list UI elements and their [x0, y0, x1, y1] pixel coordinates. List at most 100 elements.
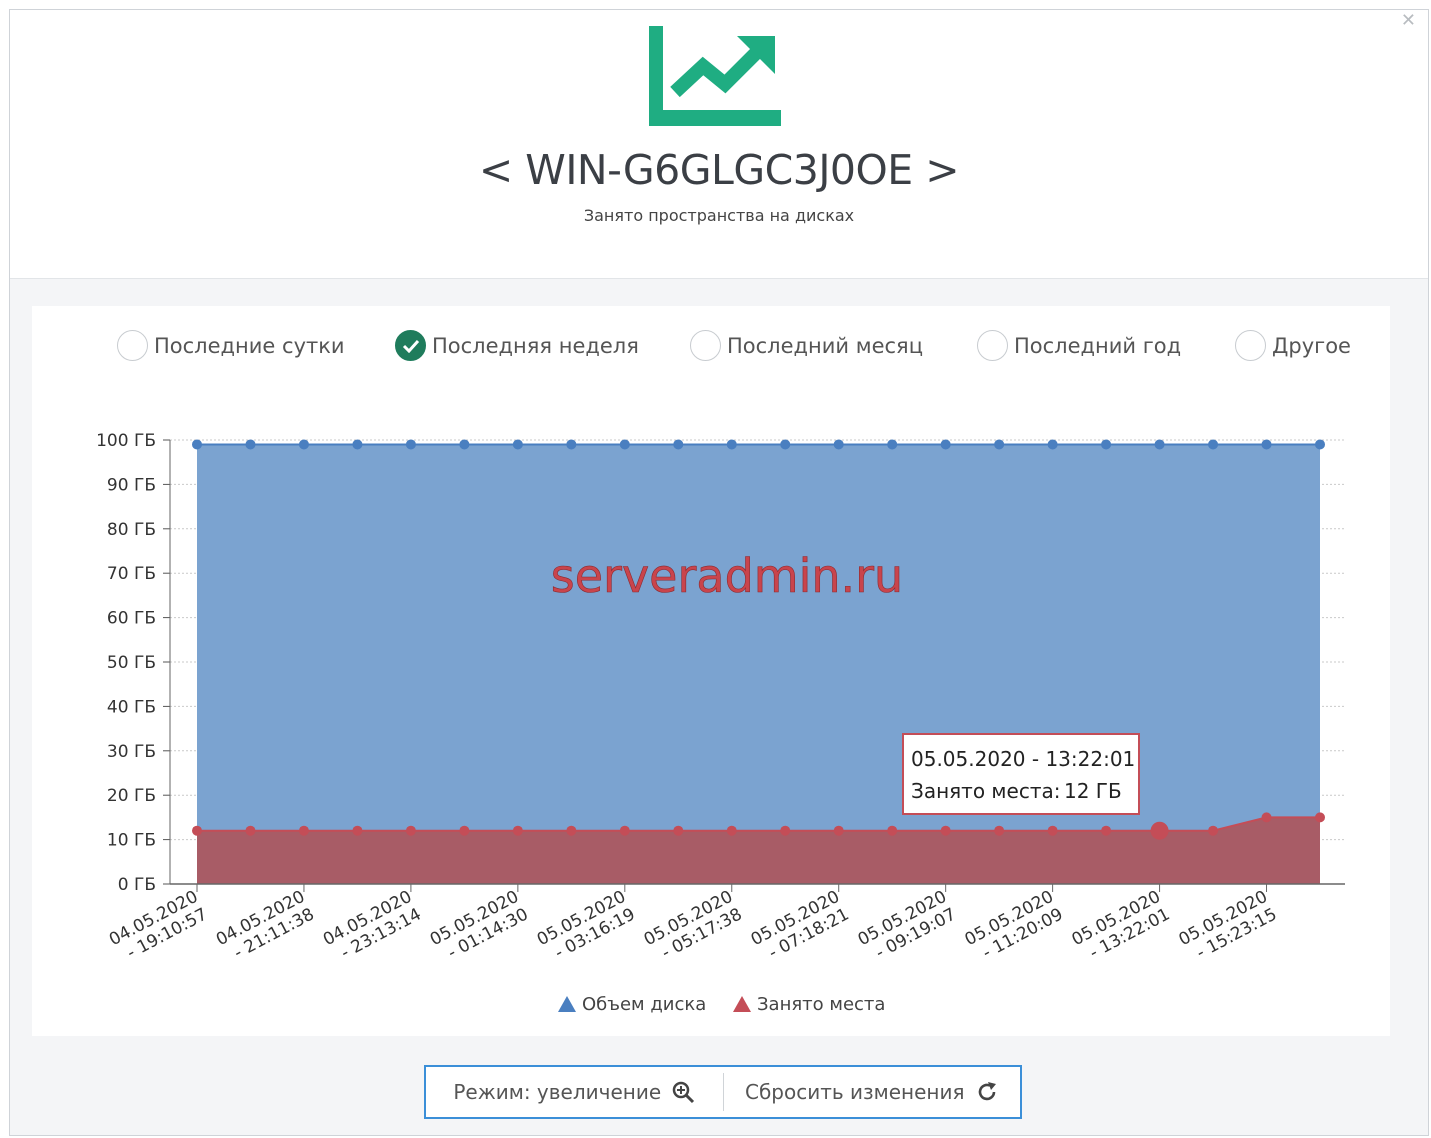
data-point[interactable] — [245, 825, 256, 836]
range-option-week[interactable]: Последняя неделя — [395, 330, 639, 361]
x-tick-label: 04.05.2020- 21:11:38 — [213, 887, 318, 964]
data-point[interactable] — [1315, 439, 1325, 450]
data-point[interactable] — [833, 439, 844, 450]
legend-item-used[interactable]: Занято места — [733, 994, 885, 1015]
x-tick-label: 04.05.2020- 19:10:57 — [106, 887, 211, 964]
y-tick-label: 40 ГБ — [107, 697, 156, 717]
data-point[interactable] — [1101, 439, 1112, 450]
tooltip-label: Занято места: — [911, 779, 1060, 803]
data-point[interactable] — [994, 825, 1005, 836]
y-tick-label: 100 ГБ — [96, 431, 156, 451]
data-point[interactable] — [298, 439, 309, 450]
data-point[interactable] — [459, 825, 470, 836]
data-point[interactable] — [566, 439, 577, 450]
y-tick-label: 60 ГБ — [107, 609, 156, 629]
data-point[interactable] — [780, 825, 791, 836]
x-tick-label: 05.05.2020- 01:14:30 — [427, 887, 532, 964]
reset-button[interactable]: Сбросить изменения — [724, 1067, 1021, 1117]
tooltip-value: 12 ГБ — [1064, 779, 1122, 803]
data-point[interactable] — [1208, 825, 1219, 836]
reset-label: Сбросить изменения — [744, 1080, 965, 1104]
data-point[interactable] — [673, 825, 684, 836]
x-tick-label: 04.05.2020- 23:13:14 — [320, 887, 425, 964]
zoom-mode-button[interactable]: Режим: увеличение — [426, 1067, 723, 1117]
data-point[interactable] — [192, 439, 202, 450]
y-tick-label: 50 ГБ — [107, 653, 156, 673]
data-point[interactable] — [512, 825, 523, 836]
data-point[interactable] — [673, 439, 684, 450]
y-tick-label: 90 ГБ — [107, 475, 156, 495]
x-tick-label: 05.05.2020- 15:23:15 — [1176, 887, 1281, 964]
data-point[interactable] — [566, 825, 577, 836]
legend-marker-used — [733, 996, 751, 1012]
range-option-label: Последний месяц — [727, 333, 923, 358]
tooltip: 05.05.2020 - 13:22:01 Занято места: 12 Г… — [902, 733, 1140, 815]
range-option-label: Последняя неделя — [432, 333, 639, 358]
data-point[interactable] — [619, 439, 630, 450]
range-option-label: Последние сутки — [154, 333, 345, 358]
chart-subtitle: Занято пространства на дисках — [583, 206, 855, 225]
trending-up-chart-icon — [649, 26, 781, 126]
data-point[interactable] — [512, 439, 523, 450]
data-point[interactable] — [1154, 439, 1165, 450]
series-areas — [197, 443, 1320, 884]
data-point[interactable] — [245, 439, 256, 450]
data-point[interactable] — [726, 439, 737, 450]
data-point[interactable] — [405, 825, 416, 836]
legend-label-disk: Объем диска — [582, 994, 706, 1015]
data-point[interactable] — [887, 439, 898, 450]
data-point[interactable] — [352, 439, 363, 450]
series-area-0 — [197, 444, 1320, 884]
data-point[interactable] — [940, 825, 951, 836]
data-point[interactable] — [940, 439, 951, 450]
data-point[interactable] — [1047, 825, 1058, 836]
x-tick-label: 05.05.2020- 07:18:21 — [748, 887, 853, 964]
data-point[interactable] — [619, 825, 630, 836]
x-tick-label: 05.05.2020- 11:20:09 — [962, 887, 1067, 964]
y-axis: 0 ГБ 10 ГБ 20 ГБ 30 ГБ 40 ГБ 50 ГБ 60 ГБ 70 ГБ 8… — [96, 431, 171, 895]
data-point[interactable] — [298, 825, 309, 836]
x-axis: 04.05.2020- 19:10:57 04.05.2020- 21:11:38… — [106, 883, 1345, 964]
data-point[interactable] — [459, 439, 470, 450]
data-point[interactable] — [1315, 812, 1325, 823]
data-point[interactable] — [1261, 812, 1272, 823]
radio-icon — [690, 330, 721, 361]
legend-marker-disk — [558, 996, 576, 1012]
x-tick-label: 05.05.2020- 05:17:38 — [641, 887, 746, 964]
data-point[interactable] — [405, 439, 416, 450]
dialog-header: ✕ < WIN-G6GLGC3J0OE > Занято пространств… — [10, 10, 1428, 279]
radio-icon — [977, 330, 1008, 361]
range-option-month[interactable]: Последний месяц — [690, 330, 923, 361]
data-point[interactable] — [1047, 439, 1058, 450]
legend-item-disk[interactable]: Объем диска — [558, 994, 706, 1015]
range-option-label: Последний год — [1014, 333, 1182, 358]
checkmark-icon — [395, 330, 426, 361]
disk-usage-chart[interactable]: 0 ГБ 10 ГБ 20 ГБ 30 ГБ 40 ГБ 50 ГБ 60 ГБ 70 ГБ 8… — [0, 420, 1431, 1040]
legend: Объем диска Занято места — [558, 994, 885, 1015]
range-option-year[interactable]: Последний год — [977, 330, 1181, 361]
data-point[interactable] — [192, 825, 202, 836]
radio-icon — [117, 330, 148, 361]
range-selector: Последние сутки Последняя неделя Последн… — [0, 330, 1431, 370]
refresh-icon — [978, 1082, 996, 1101]
data-point[interactable] — [887, 825, 898, 836]
zoom-in-icon — [672, 1081, 695, 1104]
data-point[interactable] — [780, 439, 791, 450]
chart-controls: Режим: увеличение Сбросить изменения — [424, 1065, 1022, 1119]
y-tick-label: 10 ГБ — [107, 831, 156, 851]
data-point[interactable] — [1150, 821, 1169, 840]
host-title: < WIN-G6GLGC3J0OE > — [478, 146, 960, 194]
y-tick-label: 0 ГБ — [118, 875, 156, 895]
close-icon[interactable]: ✕ — [1401, 12, 1416, 30]
data-point[interactable] — [994, 439, 1005, 450]
range-option-day[interactable]: Последние сутки — [117, 330, 345, 361]
data-point[interactable] — [352, 825, 363, 836]
y-tick-label: 30 ГБ — [107, 742, 156, 762]
x-tick-label: 05.05.2020- 03:16:19 — [534, 887, 639, 964]
range-option-other[interactable]: Другое — [1235, 330, 1351, 361]
data-point[interactable] — [1101, 825, 1112, 836]
data-point[interactable] — [1261, 439, 1272, 450]
data-point[interactable] — [833, 825, 844, 836]
data-point[interactable] — [726, 825, 737, 836]
data-point[interactable] — [1208, 439, 1219, 450]
